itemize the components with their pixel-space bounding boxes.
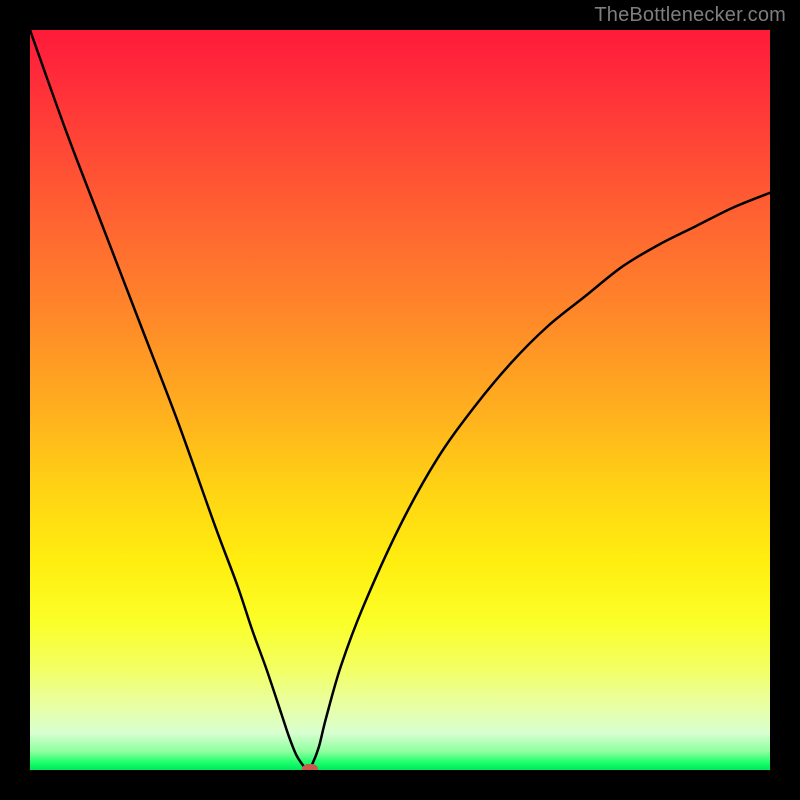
optimal-point-marker bbox=[302, 764, 318, 770]
watermark-text: TheBottlenecker.com bbox=[594, 4, 786, 27]
chart-canvas: TheBottlenecker.com bbox=[0, 0, 800, 800]
bottleneck-curve bbox=[30, 30, 770, 770]
plot-area bbox=[30, 30, 770, 770]
